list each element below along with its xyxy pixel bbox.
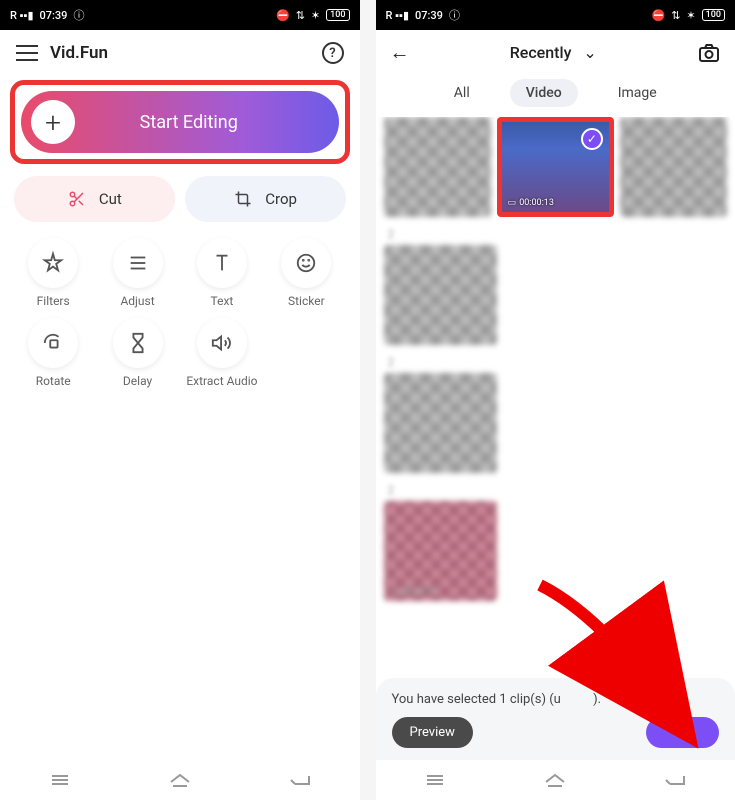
tab-video[interactable]: Video xyxy=(510,79,578,107)
extract-audio-button[interactable]: Extract Audio xyxy=(183,318,261,388)
yes-button[interactable]: Yes xyxy=(646,717,719,748)
video-thumb[interactable] xyxy=(384,117,491,217)
android-nav xyxy=(0,760,360,800)
cut-button[interactable]: Cut xyxy=(14,176,175,222)
start-editing-button[interactable]: + Start Editing xyxy=(21,91,339,153)
info-icon: ⓘ xyxy=(73,7,84,23)
cut-label: Cut xyxy=(99,190,122,208)
sliders-icon xyxy=(113,238,163,288)
clock: 07:39 xyxy=(415,9,443,22)
gallery: ✓ ▭ 00:00:13 2 2 2 ▭ 00:00:16 xyxy=(376,117,735,678)
data-icon: ⇅ xyxy=(671,9,680,22)
duration-label: ▭ 00:00:13 xyxy=(508,198,554,208)
text-label: Text xyxy=(211,294,234,308)
android-nav xyxy=(376,760,735,800)
back-button[interactable] xyxy=(660,765,690,795)
date-label: 2 xyxy=(384,223,728,245)
data-icon: ⇅ xyxy=(296,9,305,22)
folder-dropdown[interactable]: Recently ⌄ xyxy=(420,43,688,62)
clock: 07:39 xyxy=(40,9,68,22)
video-thumb-selected[interactable]: ✓ ▭ 00:00:13 xyxy=(497,117,614,217)
crop-icon xyxy=(233,189,253,209)
delay-button[interactable]: Delay xyxy=(98,318,176,388)
adjust-label: Adjust xyxy=(120,294,154,308)
text-button[interactable]: Text xyxy=(183,238,261,308)
menu-icon[interactable] xyxy=(16,45,38,61)
wifi-icon: ✶ xyxy=(311,9,320,22)
camera-icon[interactable] xyxy=(697,41,721,65)
video-icon: ▭ xyxy=(508,198,517,208)
recents-button[interactable] xyxy=(420,765,450,795)
home-button[interactable] xyxy=(540,765,570,795)
phone-right: R ▪▪▮ 07:39 ⓘ ⛔ ⇅ ✶ 100 ← Recently ⌄ All… xyxy=(376,0,735,800)
preview-button[interactable]: Preview xyxy=(392,717,473,748)
wifi-icon: ✶ xyxy=(686,9,695,22)
date-label: 2 xyxy=(384,351,728,373)
tool-grid: Filters Adjust Text Sticker Rotate Delay… xyxy=(0,238,360,389)
video-thumb[interactable] xyxy=(384,373,497,473)
duration-label: ▭ 00:00:16 xyxy=(390,587,436,597)
rotate-icon xyxy=(28,318,78,368)
filters-label: Filters xyxy=(37,294,70,308)
tab-all[interactable]: All xyxy=(438,79,486,107)
rotate-label: Rotate xyxy=(36,374,71,388)
plus-icon: + xyxy=(31,100,75,144)
signal-indicator: R ▪▪▮ xyxy=(386,9,410,22)
chevron-down-icon: ⌄ xyxy=(583,43,596,62)
selection-bar: You have selected 1 clip(s) (uxxxxx). Pr… xyxy=(376,678,735,760)
scissors-icon xyxy=(67,189,87,209)
app-header: Vid.Fun ? xyxy=(0,30,360,76)
video-thumb[interactable]: ▭ 00:00:16 xyxy=(384,501,497,601)
delay-label: Delay xyxy=(123,374,152,388)
date-label: 2 xyxy=(384,479,728,501)
app-title: Vid.Fun xyxy=(50,43,310,63)
speaker-icon xyxy=(197,318,247,368)
help-icon[interactable]: ? xyxy=(322,42,344,64)
status-bar: R ▪▪▮ 07:39 ⓘ ⛔ ⇅ ✶ 100 xyxy=(0,0,360,30)
rotate-button[interactable]: Rotate xyxy=(14,318,92,388)
quick-tools: Cut Crop xyxy=(0,176,360,222)
battery-icon: 100 xyxy=(326,9,349,21)
signal-indicator: R ▪▪▮ xyxy=(10,9,34,22)
star-icon xyxy=(28,238,78,288)
tab-image[interactable]: Image xyxy=(602,79,673,107)
hourglass-icon xyxy=(113,318,163,368)
adjust-button[interactable]: Adjust xyxy=(98,238,176,308)
start-editing-label: Start Editing xyxy=(93,112,339,133)
home-button[interactable] xyxy=(165,765,195,795)
status-bar: R ▪▪▮ 07:39 ⓘ ⛔ ⇅ ✶ 100 xyxy=(376,0,735,30)
sticker-label: Sticker xyxy=(288,294,325,308)
recents-button[interactable] xyxy=(45,765,75,795)
gallery-header: ← Recently ⌄ xyxy=(376,30,735,75)
start-editing-highlight: + Start Editing xyxy=(10,80,350,164)
back-button[interactable] xyxy=(285,765,315,795)
video-icon: ▭ xyxy=(390,587,399,597)
check-icon: ✓ xyxy=(581,128,603,150)
filters-button[interactable]: Filters xyxy=(14,238,92,308)
smile-icon xyxy=(281,238,331,288)
sticker-button[interactable]: Sticker xyxy=(267,238,345,308)
notif-icon: ⛔ xyxy=(276,9,290,22)
selection-text: You have selected 1 clip(s) (uxxxxx). xyxy=(392,692,720,707)
notif-icon: ⛔ xyxy=(652,9,666,22)
media-tabs: All Video Image xyxy=(376,75,735,117)
back-arrow[interactable]: ← xyxy=(390,40,410,65)
video-thumb[interactable] xyxy=(384,245,497,345)
info-icon: ⓘ xyxy=(449,7,460,23)
extract-audio-label: Extract Audio xyxy=(186,374,257,388)
crop-label: Crop xyxy=(265,190,297,208)
crop-button[interactable]: Crop xyxy=(185,176,346,222)
video-thumb[interactable] xyxy=(620,117,727,217)
text-icon xyxy=(197,238,247,288)
phone-left: R ▪▪▮ 07:39 ⓘ ⛔ ⇅ ✶ 100 Vid.Fun ? + Star… xyxy=(0,0,360,800)
battery-icon: 100 xyxy=(702,9,725,21)
dropdown-label: Recently xyxy=(510,43,572,62)
